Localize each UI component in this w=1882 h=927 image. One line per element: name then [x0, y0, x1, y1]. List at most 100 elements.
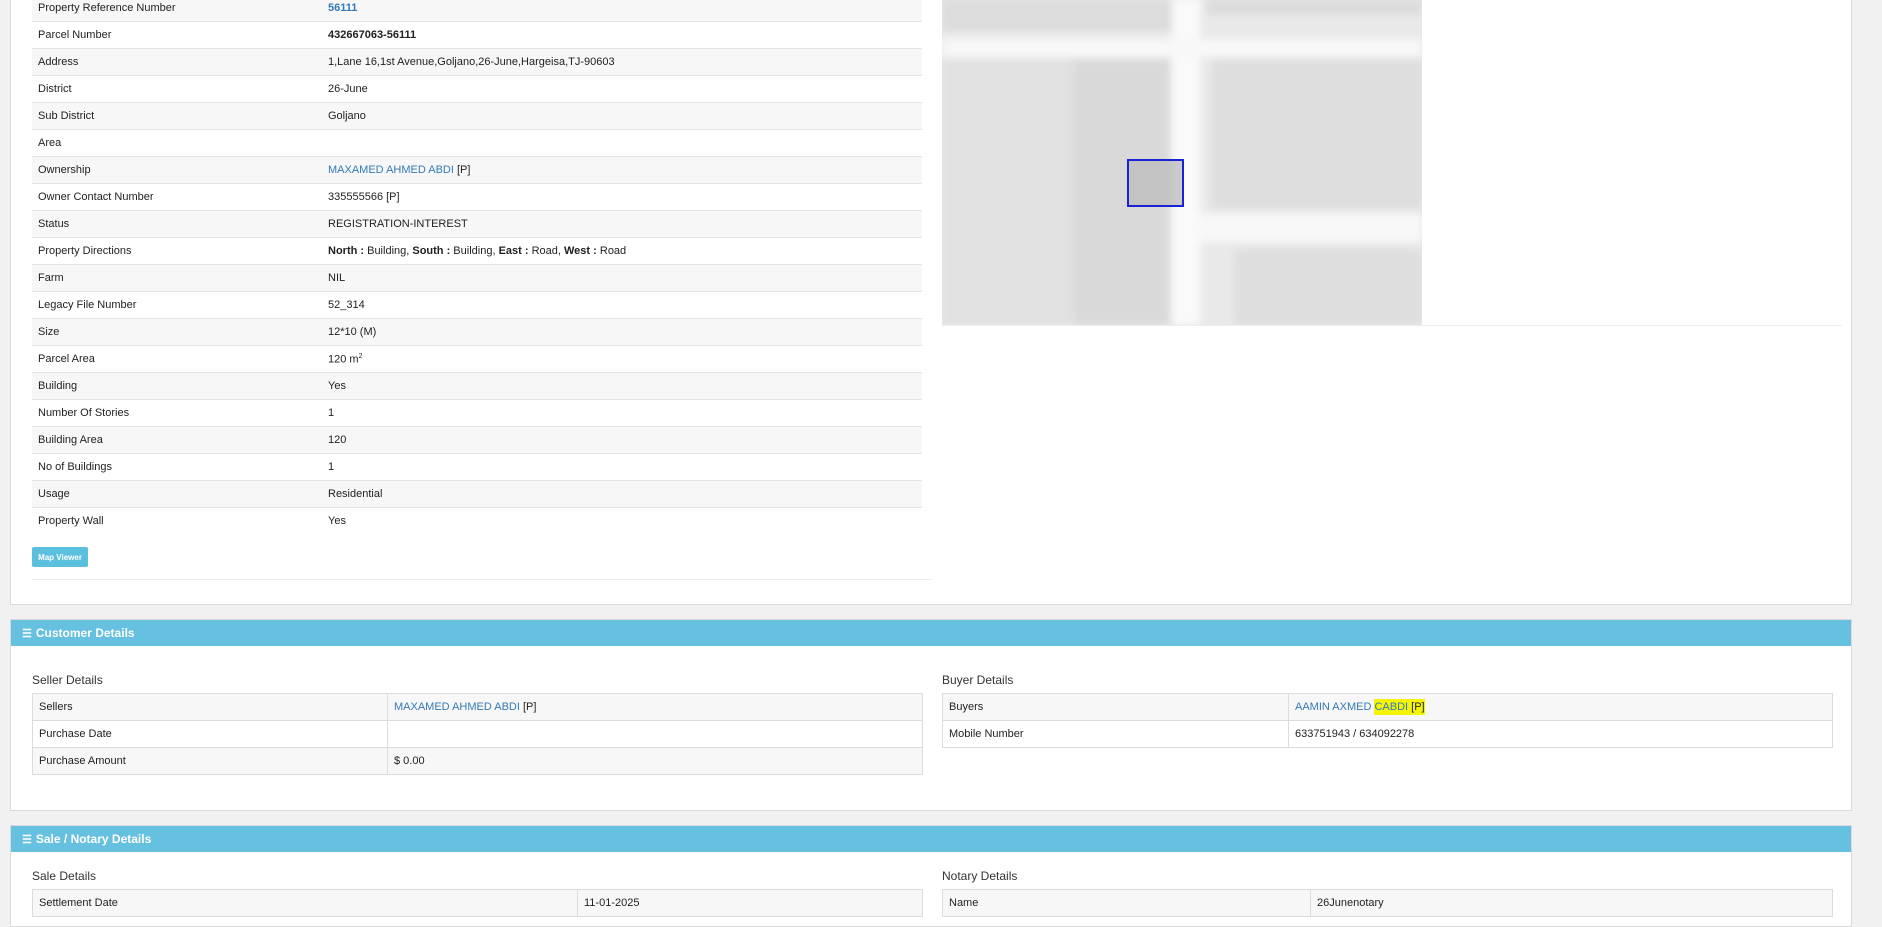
property-table: Property Reference Number 56111 Parcel N… — [32, 0, 922, 534]
row-label: Name — [942, 889, 1311, 917]
property-wall-value: Yes — [322, 507, 922, 534]
buyer-table: Buyers AAMIN AXMED CABDI [P] Mobile Numb… — [942, 693, 1833, 748]
row-label: Usage — [32, 480, 322, 508]
customer-details-panel: ☰ Customer Details Seller Details Sellers… — [10, 619, 1852, 811]
area-value — [322, 129, 922, 157]
direction-west-value: Road — [596, 245, 627, 257]
row-label: Parcel Number — [32, 21, 322, 49]
table-row: Legacy File Number 52_314 — [32, 291, 922, 319]
map-viewer-button[interactable]: Map Viewer — [32, 547, 88, 567]
direction-north: North : — [328, 245, 365, 257]
row-label: Property Reference Number — [32, 0, 322, 22]
sale-notary-header[interactable]: ☰ Sale / Notary Details — [11, 826, 1851, 852]
table-row: Area — [32, 129, 922, 157]
direction-east: East : — [498, 245, 529, 257]
row-label: Settlement Date — [32, 889, 578, 917]
table-row: Settlement Date 11-01-2025 — [32, 889, 923, 917]
table-row: Purchase Date — [32, 720, 923, 748]
sale-details-title: Sale Details — [32, 869, 97, 883]
direction-south-value: Building, — [450, 245, 499, 257]
row-label: Purchase Date — [32, 720, 388, 748]
row-label: District — [32, 75, 322, 103]
property-reference-link[interactable]: 56111 — [328, 2, 357, 14]
divider — [32, 579, 932, 580]
buyer-link[interactable]: AAMIN AXMED CABDI — [1295, 699, 1409, 715]
table-row: Sellers MAXAMED AHMED ABDI [P] — [32, 693, 923, 721]
building-area-value: 120 — [322, 426, 922, 454]
table-row: Buyers AAMIN AXMED CABDI [P] — [942, 693, 1833, 721]
table-row: Building Yes — [32, 372, 922, 400]
building-value: Yes — [322, 372, 922, 400]
owner-contact-value: 335555566 [P] — [322, 183, 922, 211]
seller-link[interactable]: MAXAMED AHMED ABDI — [394, 701, 520, 713]
row-label: Size — [32, 318, 322, 346]
table-row: Ownership MAXAMED AHMED ABDI [P] — [32, 156, 922, 184]
direction-east-value: Road, — [528, 245, 564, 257]
row-label: No of Buildings — [32, 453, 322, 481]
parcel-area-value: 120 m2 — [322, 345, 922, 373]
notary-details-title: Notary Details — [942, 869, 1018, 883]
settlement-date-value: 11-01-2025 — [577, 889, 923, 917]
row-label: Parcel Area — [32, 345, 322, 373]
table-row: Property Reference Number 56111 — [32, 0, 922, 22]
owner-suffix: [P] — [456, 164, 471, 176]
row-label: Owner Contact Number — [32, 183, 322, 211]
property-directions-value: North : Building, South : Building, East… — [322, 237, 922, 265]
row-label: Property Wall — [32, 507, 322, 534]
table-row: Number Of Stories 1 — [32, 399, 922, 427]
buyer-suffix: [P] — [1411, 699, 1425, 715]
seller-details-title: Seller Details — [32, 673, 103, 687]
row-label: Property Directions — [32, 237, 322, 265]
table-row: Building Area 120 — [32, 426, 922, 454]
row-label: Legacy File Number — [32, 291, 322, 319]
table-row: Status REGISTRATION-INTEREST — [32, 210, 922, 238]
table-row: Property Directions North : Building, So… — [32, 237, 922, 265]
row-label: Farm — [32, 264, 322, 292]
parcel-area-number: 120 m — [328, 353, 359, 366]
row-label: Sub District — [32, 102, 322, 130]
row-label: Building — [32, 372, 322, 400]
status-value: REGISTRATION-INTEREST — [322, 210, 922, 238]
list-icon: ☰ — [22, 834, 32, 846]
list-icon: ☰ — [22, 628, 32, 640]
parcel-map[interactable] — [942, 0, 1422, 325]
table-row: Property Wall Yes — [32, 507, 922, 534]
purchase-amount-value: $ 0.00 — [387, 747, 923, 775]
table-row: Sub District Goljano — [32, 102, 922, 130]
buyer-name-part: AAMIN AXMED — [1295, 701, 1375, 713]
row-label: Area — [32, 129, 322, 157]
buyer-details-title: Buyer Details — [942, 673, 1014, 687]
row-label: Number Of Stories — [32, 399, 322, 427]
owner-link[interactable]: MAXAMED AHMED ABDI — [328, 164, 454, 176]
row-label: Buyers — [942, 693, 1289, 721]
table-row: Name 26Junenotary — [942, 889, 1833, 917]
table-row: Parcel Area 120 m2 — [32, 345, 922, 373]
customer-details-header[interactable]: ☰ Customer Details — [11, 620, 1851, 646]
parcel-polygon[interactable] — [1127, 159, 1184, 207]
seller-table: Sellers MAXAMED AHMED ABDI [P] Purchase … — [32, 693, 923, 775]
table-row: District 26-June — [32, 75, 922, 103]
notary-name-value: 26Junenotary — [1310, 889, 1833, 917]
table-row: Farm NIL — [32, 264, 922, 292]
seller-value: MAXAMED AHMED ABDI [P] — [387, 693, 923, 721]
property-details-panel: Property Reference Number 56111 Parcel N… — [10, 0, 1852, 605]
table-row: Mobile Number 633751943 / 634092278 — [942, 720, 1833, 748]
parcel-area-unit-sup: 2 — [358, 352, 363, 360]
no-of-buildings-value: 1 — [322, 453, 922, 481]
table-row: Address 1,Lane 16,1st Avenue,Goljano,26-… — [32, 48, 922, 76]
map-tiles — [942, 0, 1422, 325]
row-label: Ownership — [32, 156, 322, 184]
row-label: Purchase Amount — [32, 747, 388, 775]
row-label: Status — [32, 210, 322, 238]
address-value: 1,Lane 16,1st Avenue,Goljano,26-June,Har… — [322, 48, 922, 76]
table-row: Usage Residential — [32, 480, 922, 508]
stories-value: 1 — [322, 399, 922, 427]
parcel-number: 432667063-56111 — [322, 21, 922, 49]
legacy-file-value: 52_314 — [322, 291, 922, 319]
direction-north-value: Building, — [364, 245, 413, 257]
table-row: No of Buildings 1 — [32, 453, 922, 481]
sale-notary-panel: ☰ Sale / Notary Details Sale Details Sett… — [10, 825, 1852, 927]
table-row: Owner Contact Number 335555566 [P] — [32, 183, 922, 211]
buyer-name-highlighted: CABDI — [1374, 699, 1409, 715]
table-row: Purchase Amount $ 0.00 — [32, 747, 923, 775]
